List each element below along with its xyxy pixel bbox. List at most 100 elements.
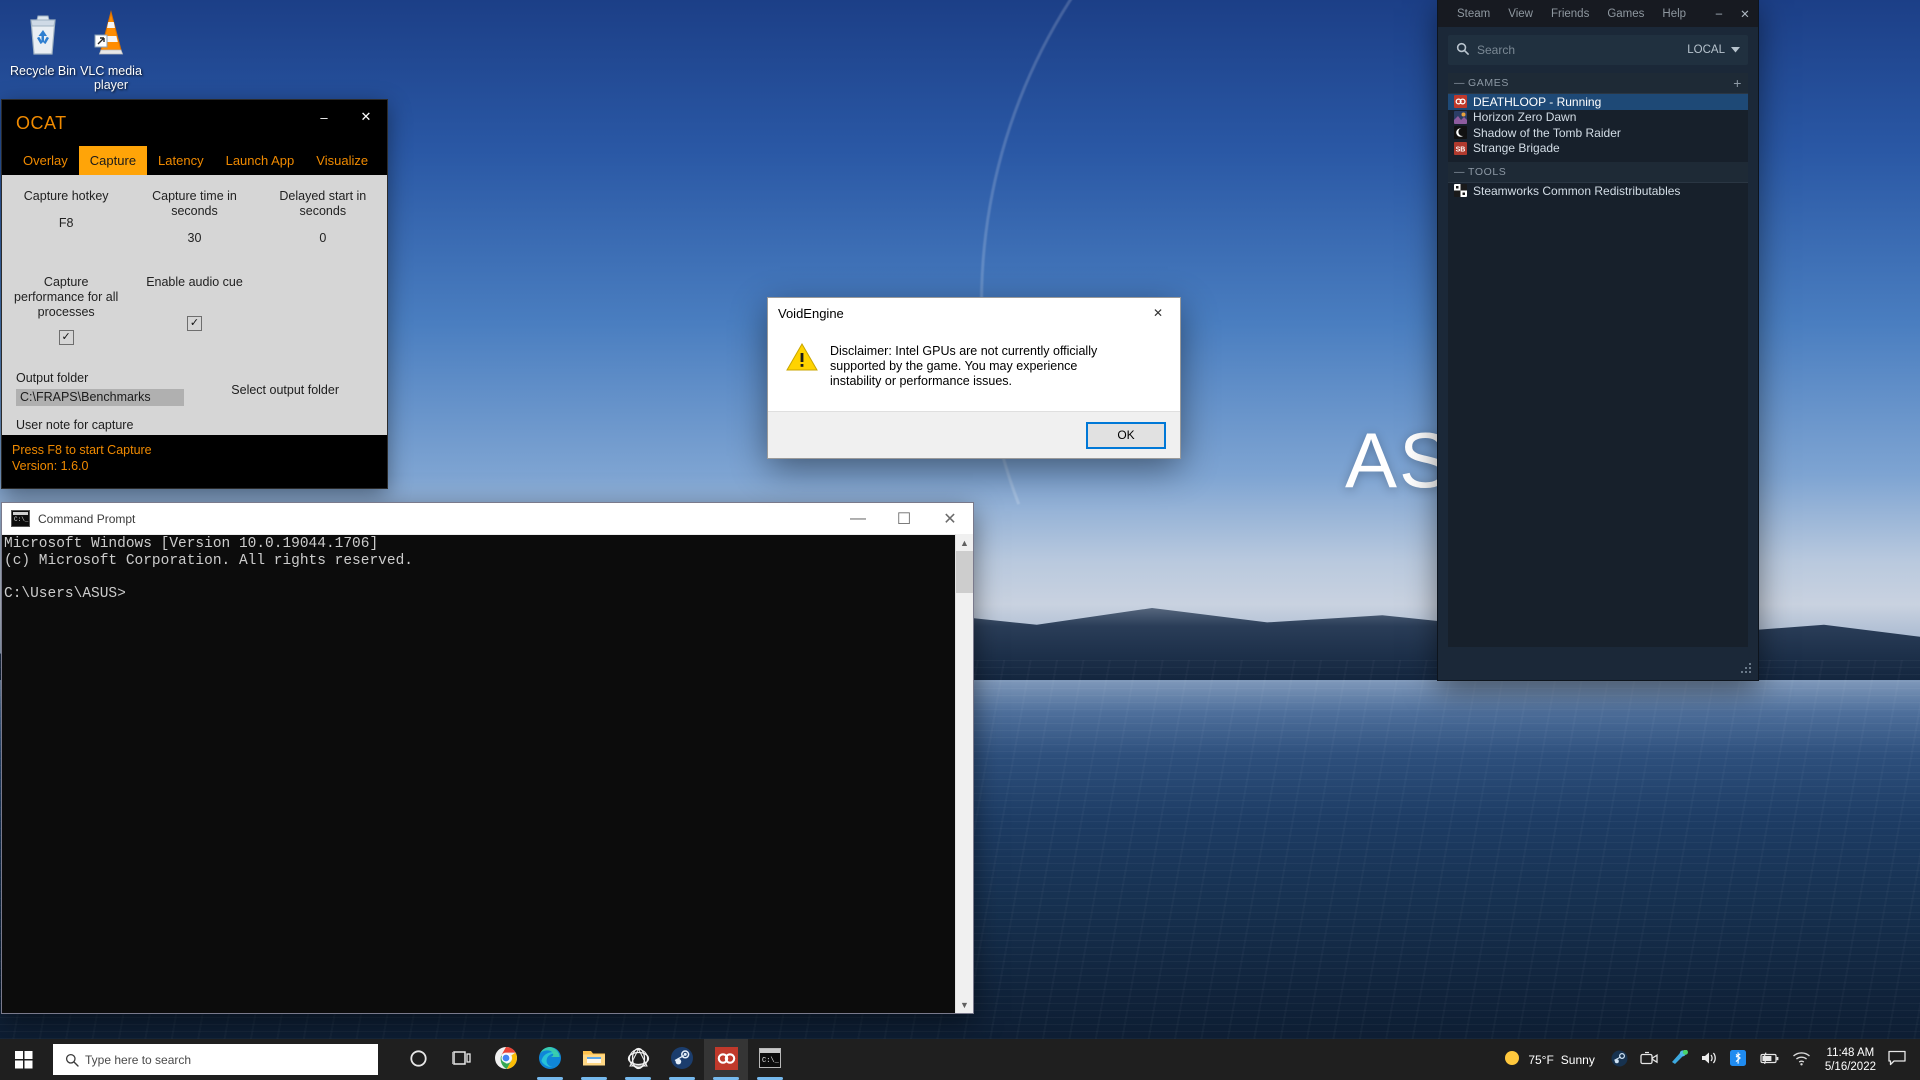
steam-menu-help[interactable]: Help [1653, 8, 1695, 20]
tray-bluetooth-button[interactable] [1724, 1039, 1752, 1080]
desktop-icon-label: Recycle Bin [10, 64, 76, 78]
user-note-label: User note for capture [16, 418, 373, 432]
dialog-titlebar[interactable]: VoidEngine ✕ [768, 298, 1180, 328]
dialog-ok-button[interactable]: OK [1086, 422, 1166, 449]
command-prompt-minimize-button[interactable]: — [835, 503, 881, 534]
list-item-label: Shadow of the Tomb Raider [1473, 126, 1621, 140]
delayed-start-value[interactable]: 0 [259, 231, 387, 245]
voidengine-dialog[interactable]: VoidEngine ✕ Disclaimer: Intel GPUs are … [768, 298, 1180, 458]
tray-steam-icon-button[interactable] [1605, 1039, 1634, 1080]
start-button[interactable] [0, 1039, 48, 1080]
scrollbar-thumb[interactable] [956, 551, 973, 593]
enable-audio-cue-checkbox[interactable]: ✓ [187, 316, 202, 331]
ocat-close-button[interactable]: ✕ [345, 100, 387, 134]
ocat-status-line-2: Version: 1.6.0 [12, 458, 387, 474]
steam-search-input[interactable]: Search [1469, 43, 1687, 57]
command-prompt-window[interactable]: C:\_ Command Prompt — ☐ ✕ Microsoft Wind… [2, 503, 973, 1013]
list-item-strange-brigade[interactable]: SB Strange Brigade [1448, 141, 1748, 157]
tray-screen-capture-button[interactable] [1634, 1039, 1664, 1080]
list-item-steamworks-common-redistributables[interactable]: Steamworks Common Redistributables [1448, 183, 1748, 199]
steam-group-games[interactable]: — GAMES + [1448, 73, 1748, 94]
scrollbar-down-arrow[interactable]: ▼ [956, 996, 973, 1013]
capture-hotkey-value[interactable]: F8 [2, 216, 130, 230]
taskbar-search-box[interactable]: Type here to search [53, 1044, 378, 1075]
add-game-button[interactable]: + [1733, 75, 1742, 91]
tray-wifi-button[interactable] [1786, 1039, 1817, 1080]
command-prompt-titlebar[interactable]: C:\_ Command Prompt — ☐ ✕ [2, 503, 973, 535]
steam-close-button[interactable]: ✕ [1732, 0, 1758, 27]
collapse-icon[interactable]: — [1454, 77, 1468, 89]
ocat-titlebar[interactable]: OCAT – ✕ [2, 100, 387, 146]
ocat-minimize-button[interactable]: – [303, 100, 345, 134]
strange-brigade-icon: SB [1454, 142, 1467, 155]
taskbar-cortana-button[interactable] [396, 1039, 440, 1080]
taskbar-google-chrome-button[interactable] [484, 1039, 528, 1080]
delayed-start-field[interactable]: Delayed start in seconds 0 [259, 189, 387, 245]
capture-all-processes-field[interactable]: Capture performance for all processes ✓ [2, 275, 130, 345]
steam-footer [1438, 647, 1758, 680]
taskbar-deathloop-button[interactable] [704, 1039, 748, 1080]
steam-search-bar[interactable]: Search LOCAL [1448, 35, 1748, 65]
tab-visualize[interactable]: Visualize [305, 146, 379, 175]
delayed-start-label: Delayed start in seconds [259, 189, 387, 219]
taskbar-task-view-button[interactable] [440, 1039, 484, 1080]
tray-volume-button[interactable] [1694, 1039, 1724, 1080]
tab-overlay[interactable]: Overlay [12, 146, 79, 175]
ocat-status-line-1: Press F8 to start Capture [12, 442, 387, 458]
system-tray: 75°F Sunny [1497, 1039, 1920, 1080]
microsoft-edge-icon [538, 1046, 562, 1073]
scrollbar-up-arrow[interactable]: ▲ [956, 534, 973, 551]
list-item-horizon-zero-dawn[interactable]: Horizon Zero Dawn [1448, 110, 1748, 126]
taskbar-ocat-button[interactable] [616, 1039, 660, 1080]
dialog-close-button[interactable]: ✕ [1136, 298, 1180, 328]
steam-minimize-button[interactable]: – [1706, 0, 1732, 27]
taskbar-command-prompt-button[interactable]: C:\_ [748, 1039, 792, 1080]
tab-capture[interactable]: Capture [79, 146, 147, 175]
taskbar-steam-button[interactable] [660, 1039, 704, 1080]
list-item-deathloop[interactable]: DEATHLOOP - Running [1448, 94, 1748, 110]
search-icon [53, 1053, 79, 1067]
clock-time: 11:48 AM [1825, 1046, 1876, 1060]
capture-time-field[interactable]: Capture time in seconds 30 [130, 189, 258, 245]
collapse-icon[interactable]: — [1454, 166, 1468, 178]
steam-library-filter[interactable]: LOCAL [1687, 44, 1740, 56]
ocat-status-bar: Press F8 to start Capture Version: 1.6.0 [2, 435, 387, 488]
ocat-window[interactable]: OCAT – ✕ Overlay Capture Latency Launch … [2, 100, 387, 488]
command-prompt-maximize-button[interactable]: ☐ [881, 503, 927, 534]
console-line-2: (c) Microsoft Corporation. All rights re… [4, 553, 413, 569]
tab-launch-app[interactable]: Launch App [215, 146, 306, 175]
steam-group-tools[interactable]: — TOOLS [1448, 162, 1748, 183]
desktop-icon-label-line1: VLC media [80, 64, 142, 78]
desktop-icon-vlc-media-player[interactable]: VLC media player [68, 8, 154, 92]
taskbar-microsoft-edge-button[interactable] [528, 1039, 572, 1080]
resize-grip-icon[interactable] [1741, 663, 1753, 675]
tray-battery-button[interactable] [1752, 1039, 1786, 1080]
command-prompt-close-button[interactable]: ✕ [927, 503, 973, 534]
capture-all-processes-label: Capture performance for all processes [2, 275, 130, 320]
taskbar-clock[interactable]: 11:48 AM 5/16/2022 [1817, 1046, 1884, 1074]
steam-window[interactable]: Steam View Friends Games Help – ✕ Search… [1438, 0, 1758, 680]
capture-time-value[interactable]: 30 [130, 231, 258, 245]
capture-time-label: Capture time in seconds [130, 189, 258, 219]
capture-all-processes-checkbox[interactable]: ✓ [59, 330, 74, 345]
enable-audio-cue-field[interactable]: Enable audio cue ✓ [130, 275, 258, 345]
steam-menubar: Steam View Friends Games Help – ✕ [1438, 0, 1758, 27]
list-item-shadow-of-the-tomb-raider[interactable]: Shadow of the Tomb Raider [1448, 125, 1748, 141]
steam-menu-steam[interactable]: Steam [1448, 8, 1499, 20]
tray-weather[interactable]: 75°F Sunny [1497, 1049, 1605, 1070]
steam-menu-view[interactable]: View [1499, 8, 1542, 20]
output-folder-input[interactable]: C:\FRAPS\Benchmarks [16, 389, 184, 406]
command-prompt-console-output[interactable]: Microsoft Windows [Version 10.0.19044.17… [2, 534, 956, 1013]
taskbar-file-explorer-button[interactable] [572, 1039, 616, 1080]
steam-library-list[interactable]: — GAMES + DEATHLOOP - Running Horizon Ze… [1448, 73, 1748, 647]
tray-graphics-driver-button[interactable] [1664, 1039, 1694, 1080]
select-output-folder-button[interactable]: Select output folder [231, 383, 339, 397]
command-prompt-scrollbar[interactable]: ▲ ▼ [955, 534, 973, 1013]
steam-menu-games[interactable]: Games [1598, 8, 1653, 20]
capture-hotkey-field[interactable]: Capture hotkey F8 [2, 189, 130, 245]
tab-latency[interactable]: Latency [147, 146, 215, 175]
taskbar-search-input[interactable]: Type here to search [79, 1053, 191, 1067]
steam-menu-friends[interactable]: Friends [1542, 8, 1598, 20]
action-center-button[interactable] [1884, 1050, 1916, 1069]
ocat-empty-cell [259, 275, 387, 345]
